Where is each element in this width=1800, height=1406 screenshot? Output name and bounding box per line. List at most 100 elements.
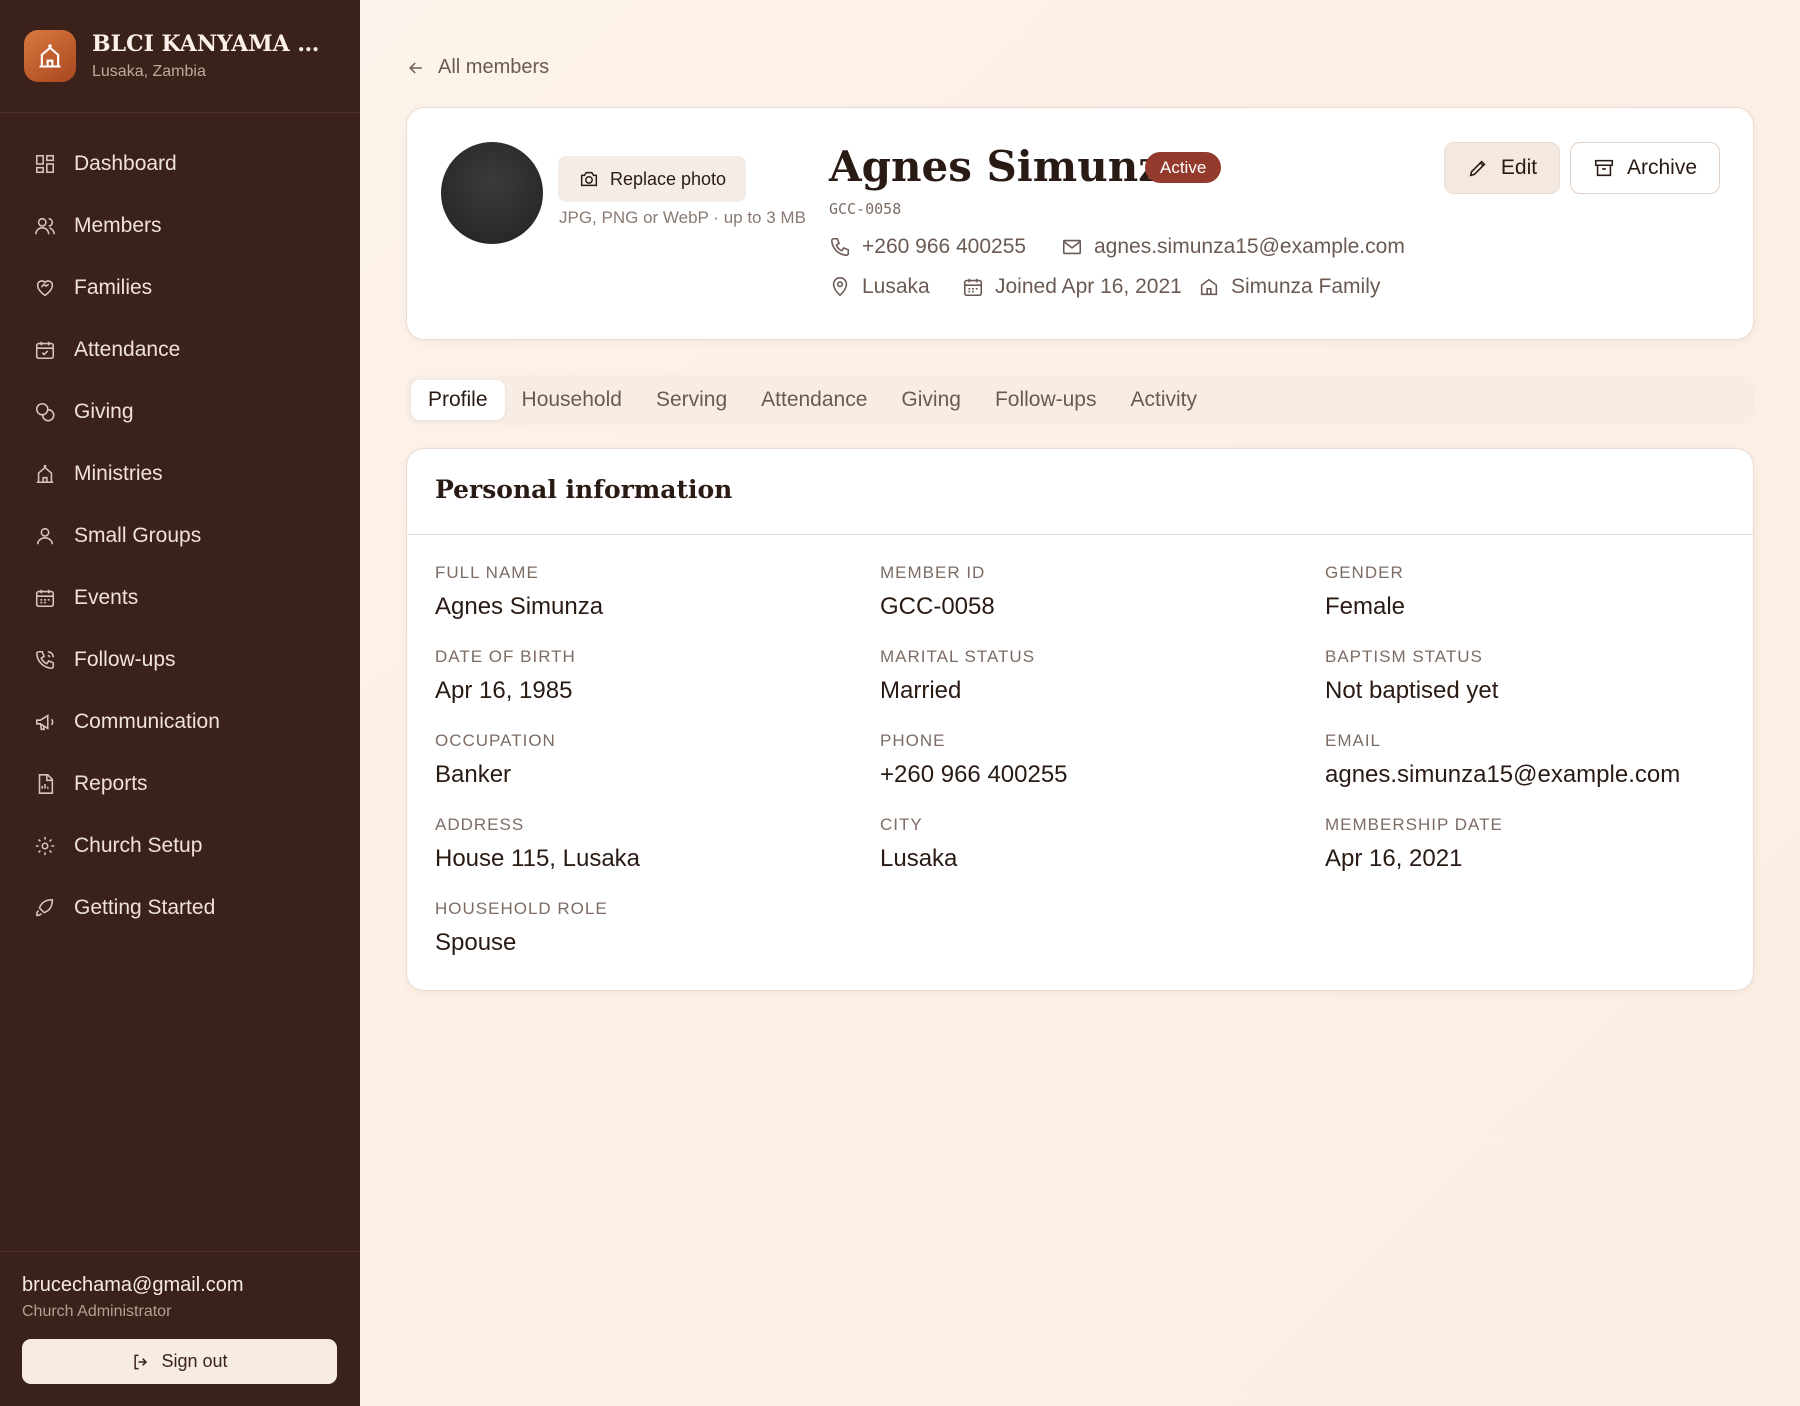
sidebar-item-attendance[interactable]: Attendance: [0, 319, 360, 381]
sidebar-item-events[interactable]: Events: [0, 567, 360, 629]
profile-tabs: Profile Household Serving Attendance Giv…: [406, 375, 1754, 425]
sidebar-item-giving[interactable]: Giving: [0, 381, 360, 443]
edit-label: Edit: [1500, 156, 1538, 179]
member-family[interactable]: Simunza Family: [1198, 275, 1380, 299]
field-label: CITY: [880, 815, 923, 834]
archive-button[interactable]: Archive: [1570, 142, 1720, 194]
sidebar-item-label: Ministries: [74, 462, 163, 485]
field-value: Banker: [435, 761, 512, 788]
sidebar-item-label: Dashboard: [74, 152, 177, 175]
personal-information-card: Personal information FULL NAME Agnes Sim…: [406, 448, 1754, 991]
church-icon: [36, 464, 54, 484]
phone-icon: [830, 237, 850, 257]
sidebar-item-church-setup[interactable]: Church Setup: [0, 815, 360, 877]
sidebar-item-label: Giving: [74, 400, 134, 423]
sidebar-item-dashboard[interactable]: Dashboard: [0, 133, 360, 195]
field-label: OCCUPATION: [435, 731, 556, 750]
sidebar-item-label: Small Groups: [74, 524, 202, 547]
tab-follow-ups[interactable]: Follow-ups: [978, 380, 1114, 420]
member-phone: +260 966 400255: [829, 235, 1026, 259]
member-phone-text: +260 966 400255: [862, 235, 1027, 258]
tab-giving[interactable]: Giving: [884, 380, 978, 420]
field-value: agnes.simunza15@example.com: [1325, 761, 1681, 788]
field-membership-date: MEMBERSHIP DATE Apr 16, 2021: [1325, 815, 1503, 873]
church-logo-icon: [24, 30, 76, 82]
brand-header: BLCI KANYAMA BR... Lusaka, Zambia: [0, 0, 360, 113]
dashboard-icon: [35, 154, 55, 174]
tab-activity[interactable]: Activity: [1113, 380, 1214, 420]
field-city: CITY Lusaka: [880, 815, 957, 873]
sidebar-item-families[interactable]: Families: [0, 257, 360, 319]
tab-household[interactable]: Household: [505, 380, 639, 420]
field-baptism-status: BAPTISM STATUS Not baptised yet: [1325, 647, 1498, 705]
sidebar-item-label: Follow-ups: [74, 648, 176, 671]
sidebar-item-small-groups[interactable]: Small Groups: [0, 505, 360, 567]
field-label: PHONE: [880, 731, 946, 750]
heart-handshake-icon: [36, 280, 54, 297]
sidebar-item-getting-started[interactable]: Getting Started: [0, 877, 360, 939]
sidebar-item-label: Church Setup: [74, 834, 203, 857]
users-icon: [35, 217, 55, 235]
field-value: GCC-0058: [880, 593, 995, 620]
back-label: All members: [438, 56, 550, 78]
field-email: EMAIL agnes.simunza15@example.com: [1325, 731, 1680, 789]
back-to-members-link[interactable]: All members: [406, 56, 549, 79]
field-value: +260 966 400255: [880, 761, 1068, 788]
replace-photo-label: Replace photo: [609, 168, 727, 189]
field-value: House 115, Lusaka: [435, 845, 641, 872]
sidebar-item-communication[interactable]: Communication: [0, 691, 360, 753]
field-label: EMAIL: [1325, 731, 1382, 750]
status-badge: Active: [1145, 152, 1222, 183]
sidebar-item-reports[interactable]: Reports: [0, 753, 360, 815]
field-phone: PHONE +260 966 400255: [880, 731, 1068, 789]
replace-photo-button[interactable]: Replace photo: [558, 156, 746, 202]
member-header-card: Replace photo JPG, PNG or WebP · up to 3…: [406, 107, 1754, 340]
member-email[interactable]: agnes.simunza15@example.com: [1061, 235, 1405, 259]
sign-out-label: Sign out: [161, 1351, 228, 1371]
calendar-icon: [963, 278, 983, 297]
user-role: Church Administrator: [22, 1303, 172, 1320]
sidebar-item-ministries[interactable]: Ministries: [0, 443, 360, 505]
field-label: BAPTISM STATUS: [1325, 647, 1483, 666]
field-marital-status: MARITAL STATUS Married: [880, 647, 1035, 705]
map-pin-icon: [832, 277, 848, 297]
camera-icon: [580, 171, 598, 187]
member-email-text: agnes.simunza15@example.com: [1094, 235, 1405, 258]
field-date-of-birth: DATE OF BIRTH Apr 16, 1985: [435, 647, 576, 705]
member-joined-text: Joined Apr 16, 2021: [995, 275, 1182, 298]
field-label: MEMBER ID: [880, 563, 986, 582]
field-value: Female: [1325, 593, 1406, 620]
report-icon: [38, 774, 54, 794]
sidebar: BLCI KANYAMA BR... Lusaka, Zambia Dashbo…: [0, 0, 360, 1406]
pencil-icon: [1469, 160, 1486, 177]
sign-out-button[interactable]: Sign out: [22, 1339, 337, 1384]
archive-icon: [1594, 159, 1614, 177]
field-label: DATE OF BIRTH: [435, 647, 576, 666]
field-occupation: OCCUPATION Banker: [435, 731, 556, 789]
edit-button[interactable]: Edit: [1444, 142, 1560, 194]
field-label: ADDRESS: [435, 815, 525, 834]
field-label: MARITAL STATUS: [880, 647, 1036, 666]
archive-label: Archive: [1626, 156, 1698, 179]
divider: [407, 534, 1753, 535]
arrow-left-icon: [409, 61, 422, 74]
sidebar-item-label: Events: [74, 586, 139, 609]
field-value: Apr 16, 1985: [435, 677, 573, 704]
church-name: BLCI KANYAMA BR...: [92, 31, 332, 57]
tab-serving[interactable]: Serving: [639, 380, 744, 420]
avatar: [441, 142, 543, 244]
field-value: Spouse: [435, 929, 517, 956]
user-panel: brucechama@gmail.com Church Administrato…: [0, 1251, 360, 1406]
rocket-icon: [35, 898, 54, 917]
photo-hint: JPG, PNG or WebP · up to 3 MB: [559, 208, 806, 227]
sidebar-item-label: Reports: [74, 772, 148, 795]
sidebar-item-members[interactable]: Members: [0, 195, 360, 257]
member-family-text: Simunza Family: [1231, 275, 1381, 298]
tab-profile[interactable]: Profile: [411, 380, 505, 420]
field-value: Apr 16, 2021: [1325, 845, 1463, 872]
user-email: brucechama@gmail.com: [22, 1274, 244, 1296]
sidebar-item-label: Communication: [74, 710, 220, 733]
tab-attendance[interactable]: Attendance: [744, 380, 884, 420]
sidebar-item-follow-ups[interactable]: Follow-ups: [0, 629, 360, 691]
field-member-id: MEMBER ID GCC-0058: [880, 563, 995, 621]
